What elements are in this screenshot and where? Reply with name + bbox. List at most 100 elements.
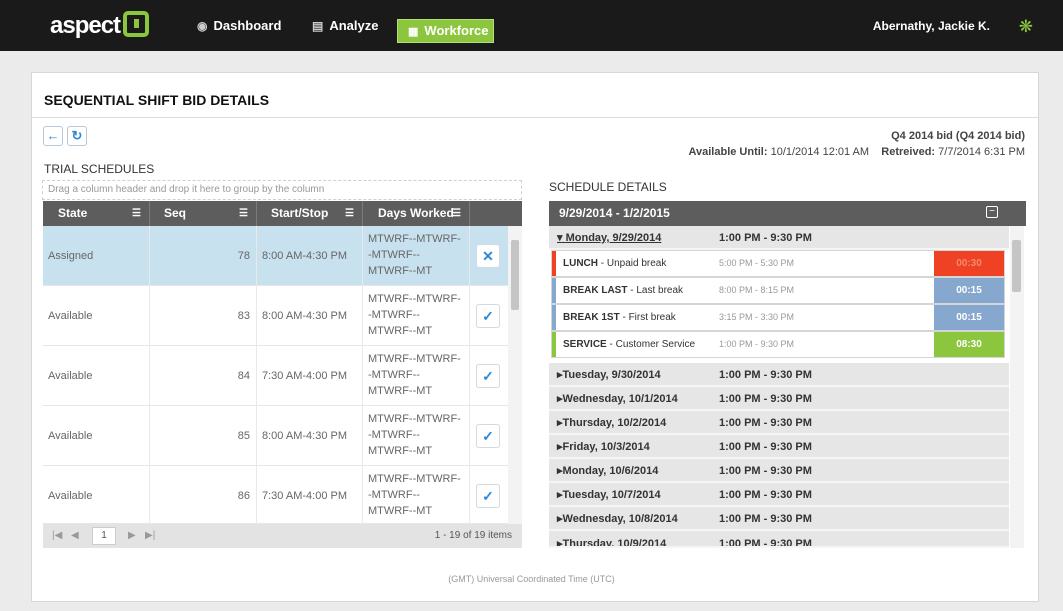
last-page-icon[interactable]: ▶| [145, 530, 155, 541]
state-cell: Available [43, 286, 150, 346]
top-nav-bar: aspect ◉ Dashboard ▤ Analyze ▦ Workforce Ab… [0, 0, 1063, 51]
table-row[interactable]: Available 85 8:00 AM-4:30 PM MTWRF--MTWR… [43, 406, 508, 466]
table-row[interactable]: Available 86 7:30 AM-4:00 PM MTWRF--MTWR… [43, 466, 508, 524]
nav-analyze[interactable]: ▤ Analyze [312, 18, 378, 33]
color-bar [552, 305, 556, 330]
chart-icon: ▤ [312, 19, 324, 33]
color-bar [552, 251, 556, 276]
break-row-service: SERVICE - Customer Service 1:00 PM - 9:3… [551, 331, 1005, 358]
refresh-icon: ↻ [71, 128, 83, 143]
column-state[interactable]: State ☰ [43, 201, 150, 226]
break-row-break-first: BREAK 1ST - First break 3:15 PM - 3:30 P… [551, 304, 1005, 331]
days-cell: MTWRF--MTWRF--MTWRF--MTWRF--MT [363, 466, 470, 524]
days-cell: MTWRF--MTWRF--MTWRF--MTWRF--MT [363, 286, 470, 346]
page-count: 1 - 19 of 19 items [434, 530, 512, 541]
column-menu-icon[interactable]: ☰ [345, 201, 354, 226]
day-time: 1:00 PM - 9:30 PM [719, 232, 812, 244]
day-name: ▾ Monday, 9/29/2014 [557, 232, 662, 244]
day-time: 1:00 PM - 9:30 PM [719, 513, 812, 525]
table-row[interactable]: Available 84 7:30 AM-4:00 PM MTWRF--MTWR… [43, 346, 508, 406]
break-time: 1:00 PM - 9:30 PM [719, 339, 795, 349]
days-cell: MTWRF--MTWRF--MTWRF--MTWRF--MT [363, 226, 470, 286]
bid-name: Q4 2014 bid (Q4 2014 bid) [891, 130, 1025, 142]
day-time: 1:00 PM - 9:30 PM [719, 465, 812, 477]
break-row-lunch: LUNCH - Unpaid break 5:00 PM - 5:30 PM 0… [551, 250, 1005, 277]
day-row[interactable]: ▸Thursday, 10/9/2014 1:00 PM - 9:30 PM [549, 531, 1009, 548]
column-start-stop[interactable]: Start/Stop ☰ [257, 201, 363, 226]
unassign-button[interactable]: ✕ [476, 244, 500, 268]
refresh-button[interactable]: ↻ [67, 126, 87, 146]
dashboard-icon: ◉ [197, 19, 208, 33]
next-page-icon[interactable]: ▶ [128, 530, 136, 541]
break-time: 8:00 PM - 8:15 PM [719, 285, 795, 295]
table-row[interactable]: Assigned 78 8:00 AM-4:30 PM MTWRF--MTWRF… [43, 226, 508, 286]
day-time: 1:00 PM - 9:30 PM [719, 538, 812, 548]
day-row[interactable]: ▸Wednesday, 10/1/2014 1:00 PM - 9:30 PM [549, 387, 1009, 411]
page-title: SEQUENTIAL SHIFT BID DETAILS [44, 92, 270, 108]
day-row[interactable]: ▸Tuesday, 9/30/2014 1:00 PM - 9:30 PM [549, 363, 1009, 387]
day-row-expanded[interactable]: ▾ Monday, 9/29/2014 1:00 PM - 9:30 PM [549, 226, 1009, 250]
break-name: BREAK LAST - Last break [563, 285, 684, 296]
schedule-range-header: 9/29/2014 - 1/2/2015 [549, 201, 1026, 226]
seq-cell: 78 [150, 226, 257, 286]
break-duration: 00:30 [934, 251, 1004, 276]
trial-scrollbar-thumb[interactable] [511, 240, 519, 310]
break-time: 3:15 PM - 3:30 PM [719, 312, 795, 322]
details-scrollbar-thumb[interactable] [1012, 240, 1021, 292]
calendar-icon: ▦ [408, 26, 419, 38]
time-cell: 8:00 AM-4:30 PM [257, 286, 363, 346]
day-row[interactable]: ▸Wednesday, 10/8/2014 1:00 PM - 9:30 PM [549, 507, 1009, 531]
state-cell: Available [43, 406, 150, 466]
select-button[interactable]: ✓ [476, 424, 500, 448]
collapse-icon[interactable]: − [986, 206, 998, 218]
column-seq[interactable]: Seq ☰ [150, 201, 257, 226]
column-menu-icon[interactable]: ☰ [239, 201, 248, 226]
bid-dates: Available Until: 10/1/2014 12:01 AM Retr… [688, 146, 1025, 158]
aspect-logo[interactable]: aspect [50, 11, 150, 40]
column-days-worked[interactable]: Days Worked ☰ [363, 201, 470, 226]
arrow-left-icon: ← [46, 128, 60, 143]
chat-bubble-icon [123, 11, 150, 37]
schedule-details-label: SCHEDULE DETAILS [549, 180, 667, 194]
time-cell: 8:00 AM-4:30 PM [257, 406, 363, 466]
days-cell: MTWRF--MTWRF--MTWRF--MTWRF--MT [363, 346, 470, 406]
day-time: 1:00 PM - 9:30 PM [719, 369, 812, 381]
timezone-footer: (GMT) Universal Coordinated Time (UTC) [448, 574, 615, 584]
select-button[interactable]: ✓ [476, 364, 500, 388]
column-menu-icon[interactable]: ☰ [132, 201, 141, 226]
pager: |◀ ◀ 1 ▶ ▶| 1 - 19 of 19 items [43, 524, 522, 548]
nav-workforce[interactable]: ▦ Workforce [397, 19, 494, 43]
column-menu-icon[interactable]: ☰ [452, 201, 461, 226]
day-row[interactable]: ▸Thursday, 10/2/2014 1:00 PM - 9:30 PM [549, 411, 1009, 435]
day-time: 1:00 PM - 9:30 PM [719, 489, 812, 501]
day-name: Thursday, 10/2/2014 [562, 417, 667, 429]
day-name: Monday, 10/6/2014 [562, 465, 659, 477]
break-name: SERVICE - Customer Service [563, 339, 696, 350]
nav-dashboard[interactable]: ◉ Dashboard [197, 18, 281, 33]
break-duration: 00:15 [934, 278, 1004, 303]
break-duration: 08:30 [934, 332, 1004, 357]
day-row[interactable]: ▸Friday, 10/3/2014 1:00 PM - 9:30 PM [549, 435, 1009, 459]
prev-page-icon[interactable]: ◀ [71, 530, 79, 541]
day-name: Thursday, 10/9/2014 [562, 538, 667, 548]
break-name: BREAK 1ST - First break [563, 312, 676, 323]
time-cell: 7:30 AM-4:00 PM [257, 466, 363, 524]
group-drop-area[interactable]: Drag a column header and drop it here to… [42, 180, 522, 200]
day-name: Wednesday, 10/1/2014 [562, 393, 678, 405]
gear-icon[interactable]: ❋ [1019, 17, 1033, 37]
state-cell: Available [43, 466, 150, 524]
day-row[interactable]: ▸Tuesday, 10/7/2014 1:00 PM - 9:30 PM [549, 483, 1009, 507]
user-name[interactable]: Abernathy, Jackie K. [873, 19, 990, 33]
seq-cell: 84 [150, 346, 257, 406]
day-row[interactable]: ▸Monday, 10/6/2014 1:00 PM - 9:30 PM [549, 459, 1009, 483]
table-row[interactable]: Available 83 8:00 AM-4:30 PM MTWRF--MTWR… [43, 286, 508, 346]
back-button[interactable]: ← [43, 126, 63, 146]
day-name: Tuesday, 10/7/2014 [562, 489, 661, 501]
current-page[interactable]: 1 [92, 527, 116, 545]
select-button[interactable]: ✓ [476, 484, 500, 508]
state-cell: Assigned [43, 226, 150, 286]
first-page-icon[interactable]: |◀ [52, 530, 62, 541]
time-cell: 8:00 AM-4:30 PM [257, 226, 363, 286]
color-bar [552, 278, 556, 303]
select-button[interactable]: ✓ [476, 304, 500, 328]
